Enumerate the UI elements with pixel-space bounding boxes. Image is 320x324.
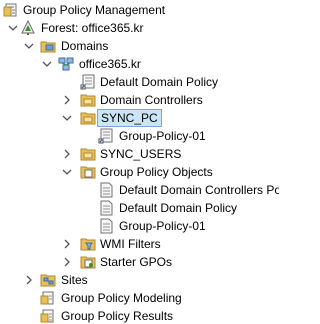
gpo-link-icon bbox=[98, 128, 114, 144]
chevron-right-icon[interactable] bbox=[61, 238, 73, 250]
tree-item-group-policy-01-link[interactable]: Group-Policy-01 bbox=[0, 127, 279, 145]
chevron-right-icon[interactable] bbox=[61, 94, 73, 106]
tree-item-label: SYNC_USERS bbox=[100, 147, 182, 161]
chevron-down-icon[interactable] bbox=[41, 58, 53, 70]
tree-item-label: Default Domain Controllers Po bbox=[119, 183, 279, 197]
gpo-container-folder-icon bbox=[80, 164, 96, 180]
tree-item-label: office365.kr bbox=[79, 57, 141, 71]
chevron-right-icon[interactable] bbox=[61, 148, 73, 160]
tree-item-wmi-filters[interactable]: WMI Filters bbox=[0, 235, 279, 253]
chevron-right-icon[interactable] bbox=[23, 274, 35, 286]
tree-item-label: Group Policy Modeling bbox=[61, 291, 182, 305]
tree-item-gpm-root[interactable]: Group Policy Management bbox=[0, 1, 279, 19]
gpo-icon bbox=[98, 182, 114, 198]
tree-item-label: Domain Controllers bbox=[100, 93, 203, 107]
chevron-right-icon[interactable] bbox=[61, 256, 73, 268]
tree-item-gpo-default-domain[interactable]: Default Domain Policy bbox=[0, 199, 279, 217]
tree-item-label: Group-Policy-01 bbox=[119, 129, 206, 143]
domains-folder-icon bbox=[40, 38, 56, 54]
tree-item-forest[interactable]: Forest: office365.kr bbox=[0, 19, 279, 37]
tree-item-results[interactable]: Group Policy Results bbox=[0, 307, 279, 324]
tree-item-gpo-group-policy-01[interactable]: Group-Policy-01 bbox=[0, 217, 279, 235]
ou-folder-icon bbox=[80, 92, 96, 108]
tree-item-default-domain-policy-link[interactable]: Default Domain Policy bbox=[0, 73, 279, 91]
results-icon bbox=[40, 308, 56, 324]
tree-item-domains[interactable]: Domains bbox=[0, 37, 279, 55]
tree-item-starter-gpos[interactable]: Starter GPOs bbox=[0, 253, 279, 271]
gpm-root-icon bbox=[3, 2, 19, 18]
tree-item-modeling[interactable]: Group Policy Modeling bbox=[0, 289, 279, 307]
gpo-icon bbox=[98, 218, 114, 234]
modeling-icon bbox=[40, 290, 56, 306]
wmi-folder-icon bbox=[80, 236, 96, 252]
tree-item-sites[interactable]: Sites bbox=[0, 271, 279, 289]
tree-item-label: Group Policy Objects bbox=[100, 165, 213, 179]
ou-folder-icon bbox=[80, 110, 96, 126]
tree-item-label: Group Policy Management bbox=[23, 3, 166, 17]
gpo-link-icon bbox=[80, 74, 96, 90]
tree-item-label: Forest: office365.kr bbox=[41, 21, 144, 35]
tree-item-label: Default Domain Policy bbox=[119, 201, 238, 215]
sites-icon bbox=[40, 272, 56, 288]
tree-item-group-policy-objects[interactable]: Group Policy Objects bbox=[0, 163, 279, 181]
gpm-tree-view[interactable]: Group Policy Management Forest: office36… bbox=[0, 0, 279, 324]
tree-item-label: Sites bbox=[61, 273, 88, 287]
tree-item-label: WMI Filters bbox=[100, 237, 161, 251]
tree-item-domain[interactable]: office365.kr bbox=[0, 55, 279, 73]
tree-item-label: SYNC_PC bbox=[97, 109, 162, 127]
gpo-icon bbox=[98, 200, 114, 216]
chevron-down-icon[interactable] bbox=[61, 166, 73, 178]
domain-icon bbox=[58, 56, 74, 72]
ou-folder-icon bbox=[80, 146, 96, 162]
tree-item-sync-users[interactable]: SYNC_USERS bbox=[0, 145, 279, 163]
chevron-down-icon[interactable] bbox=[61, 112, 73, 124]
tree-item-gpo-default-dc[interactable]: Default Domain Controllers Po bbox=[0, 181, 279, 199]
chevron-down-icon[interactable] bbox=[23, 40, 35, 52]
tree-item-label: Group-Policy-01 bbox=[119, 219, 206, 233]
tree-item-label: Domains bbox=[61, 39, 109, 53]
starter-folder-icon bbox=[80, 254, 96, 270]
forest-icon bbox=[20, 20, 36, 36]
tree-item-domain-controllers[interactable]: Domain Controllers bbox=[0, 91, 279, 109]
chevron-down-icon[interactable] bbox=[7, 22, 19, 34]
tree-item-label: Group Policy Results bbox=[61, 309, 174, 323]
tree-item-sync-pc[interactable]: SYNC_PC bbox=[0, 109, 279, 127]
tree-item-label: Starter GPOs bbox=[100, 255, 173, 269]
tree-item-label: Default Domain Policy bbox=[100, 75, 219, 89]
